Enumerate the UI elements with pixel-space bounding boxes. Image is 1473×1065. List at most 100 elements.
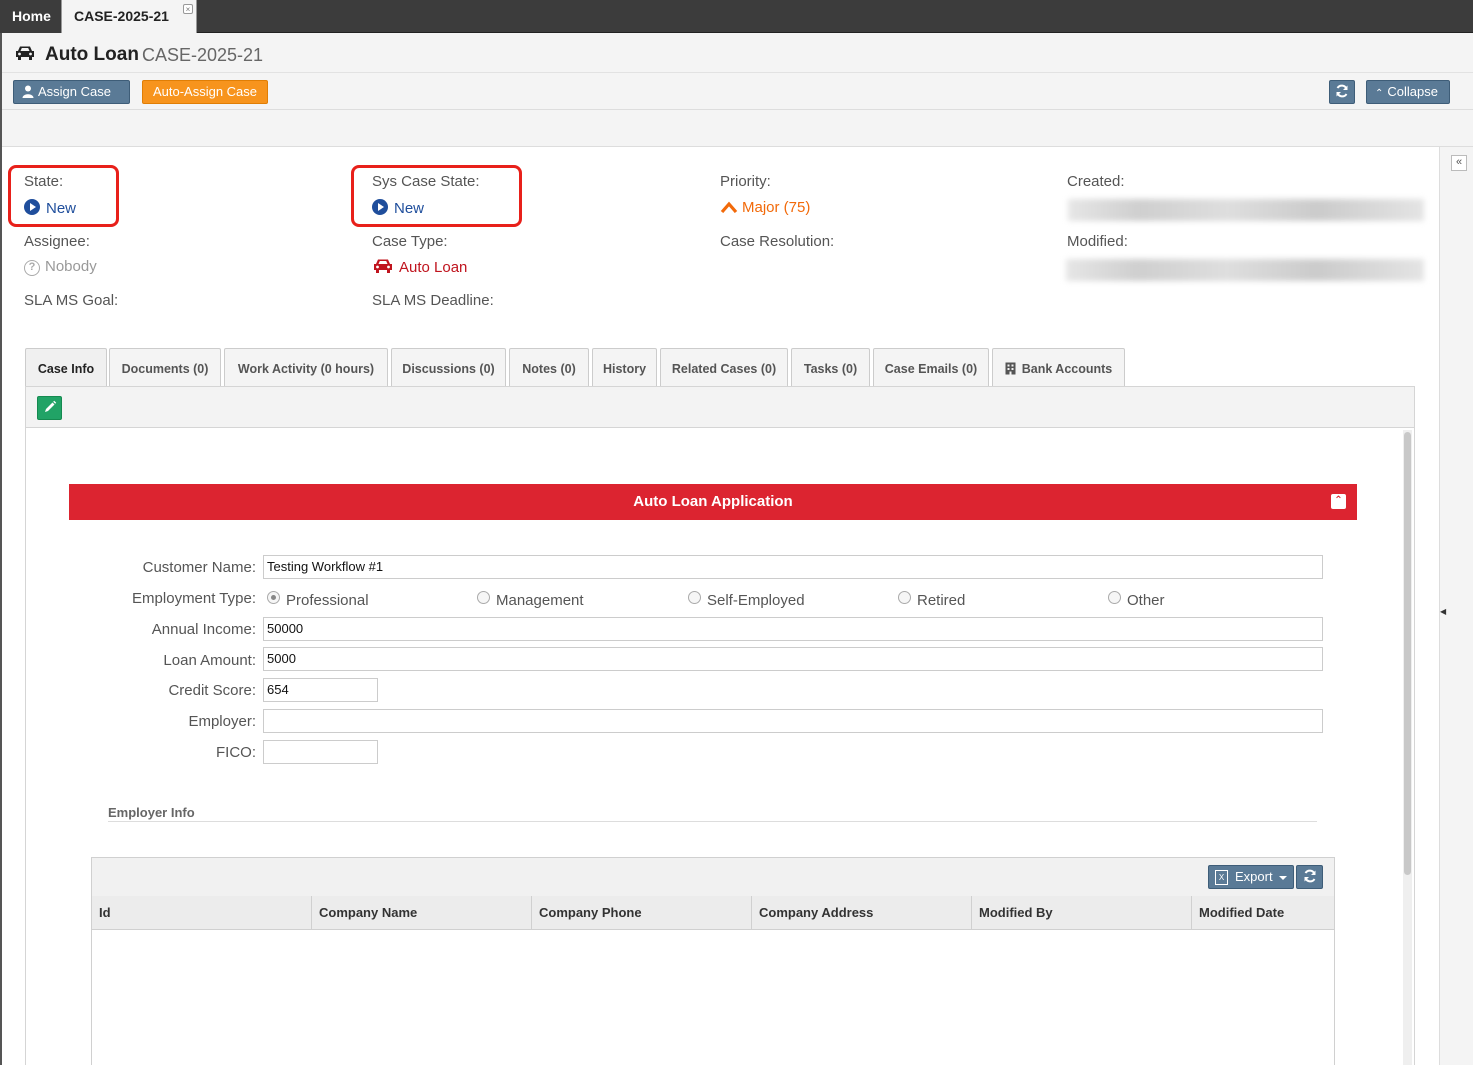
case-type-value: Auto Loan: [372, 258, 467, 276]
panel-grip-icon[interactable]: ◀: [1440, 607, 1446, 625]
right-side-panel: « ◀: [1439, 147, 1473, 1065]
sla-goal-label: SLA MS Goal:: [24, 292, 119, 309]
case-id: CASE-2025-21: [142, 45, 264, 65]
radio-self-employed[interactable]: Self-Employed: [688, 591, 805, 609]
assign-case-label: Assign Case: [38, 84, 111, 99]
state-label: State:: [24, 173, 64, 190]
section-title: Auto Loan Application: [633, 493, 793, 510]
column-header-modified-by[interactable]: Modified By: [972, 896, 1192, 930]
column-header-company-phone[interactable]: Company Phone: [532, 896, 752, 930]
radio-dot: [477, 591, 490, 604]
tab-case-info[interactable]: Case Info: [25, 348, 107, 387]
radio-label: Professional: [286, 592, 369, 609]
case-type-label: Case Type:: [372, 233, 448, 250]
grid-toolbar: X Export: [92, 858, 1334, 896]
tab-discussions[interactable]: Discussions (0): [391, 348, 506, 386]
refresh-button[interactable]: [1329, 80, 1355, 104]
created-value-redacted: [1068, 199, 1424, 221]
play-circle-icon: [372, 199, 388, 215]
state-value[interactable]: New: [24, 199, 76, 217]
radio-label: Retired: [917, 592, 966, 609]
sys-state-value[interactable]: New: [372, 199, 424, 217]
employer-label: Employer:: [188, 713, 256, 730]
customer-name-label: Customer Name:: [142, 559, 256, 576]
tab-work-activity[interactable]: Work Activity (0 hours): [224, 348, 388, 386]
radio-retired[interactable]: Retired: [898, 591, 965, 609]
radio-other[interactable]: Other: [1108, 591, 1165, 609]
refresh-icon: [1304, 869, 1315, 883]
priority-value: Major (75): [720, 199, 810, 216]
assignee-label: Assignee:: [24, 233, 90, 250]
modified-label: Modified:: [1067, 233, 1128, 250]
question-circle-icon: ?: [24, 260, 40, 276]
case-info-toolbar: [25, 386, 1415, 428]
state-value-text: New: [46, 200, 77, 217]
employer-info-grid: X Export Id Company Name Company Phone Co…: [91, 857, 1335, 1065]
column-header-modified-date[interactable]: Modified Date: [1192, 896, 1334, 930]
top-tab-bar: Home CASE-2025-21 ×: [0, 0, 1473, 33]
collapse-label: Collapse: [1387, 84, 1438, 99]
chevron-up-icon: [720, 201, 738, 214]
tab-home[interactable]: Home: [0, 0, 63, 33]
car-icon: [16, 46, 34, 60]
tab-related-cases[interactable]: Related Cases (0): [660, 348, 788, 386]
tab-case[interactable]: CASE-2025-21 ×: [61, 0, 197, 33]
case-type-value-text: Auto Loan: [399, 259, 468, 276]
fico-label: FICO:: [216, 744, 256, 761]
collapse-section-icon[interactable]: ⌃: [1331, 494, 1346, 509]
expand-panel-icon[interactable]: «: [1451, 155, 1467, 171]
tab-bank-accounts[interactable]: Bank Accounts: [992, 348, 1125, 386]
loan-amount-label: Loan Amount:: [163, 652, 256, 669]
edit-button[interactable]: [37, 396, 62, 420]
radio-label: Management: [496, 592, 584, 609]
export-label: Export: [1235, 869, 1273, 884]
scrollbar-thumb[interactable]: [1404, 432, 1411, 875]
case-resolution-label: Case Resolution:: [720, 233, 835, 250]
building-icon: [1005, 362, 1016, 375]
toolbar: Assign Case Auto-Assign Case ⌃ Collapse: [2, 73, 1473, 117]
annual-income-field[interactable]: 50000: [263, 617, 1323, 641]
tab-case-label: CASE-2025-21: [74, 8, 169, 24]
loan-amount-field[interactable]: 5000: [263, 647, 1323, 671]
tab-notes[interactable]: Notes (0): [509, 348, 589, 386]
assign-case-button[interactable]: Assign Case: [13, 80, 130, 117]
tab-tasks[interactable]: Tasks (0): [791, 348, 870, 386]
priority-value-text: Major (75): [742, 199, 811, 216]
case-title-bar: Auto Loan CASE-2025-21: [2, 33, 1473, 73]
excel-file-icon: X: [1215, 870, 1228, 885]
column-header-company-address[interactable]: Company Address: [752, 896, 972, 930]
tab-documents[interactable]: Documents (0): [109, 348, 221, 386]
annual-income-label: Annual Income:: [151, 621, 256, 638]
radio-management[interactable]: Management: [477, 591, 584, 609]
refresh-icon: [1336, 84, 1348, 98]
assignee-value[interactable]: ? Nobody: [24, 258, 97, 276]
sys-state-value-text: New: [394, 200, 425, 217]
customer-name-field[interactable]: Testing Workflow #1: [263, 555, 1323, 579]
radio-dot: [1108, 591, 1121, 604]
credit-score-field[interactable]: 654: [263, 678, 378, 702]
column-header-company-name[interactable]: Company Name: [312, 896, 532, 930]
employer-info-divider: [108, 821, 1317, 822]
left-edge: [0, 33, 2, 1065]
modified-value-redacted: [1066, 259, 1424, 281]
collapse-button[interactable]: ⌃ Collapse: [1366, 80, 1450, 104]
auto-loan-application-header: Auto Loan Application ⌃: [69, 484, 1357, 520]
tab-case-emails[interactable]: Case Emails (0): [873, 348, 989, 386]
auto-assign-case-button[interactable]: Auto-Assign Case: [142, 80, 268, 104]
play-circle-icon: [24, 199, 40, 215]
export-button[interactable]: X Export: [1208, 865, 1294, 889]
credit-score-label: Credit Score:: [168, 682, 256, 699]
sla-deadline-label: SLA MS Deadline:: [372, 292, 494, 309]
radio-professional[interactable]: Professional: [267, 591, 369, 609]
employer-field[interactable]: [263, 709, 1323, 733]
radio-label: Other: [1127, 592, 1165, 609]
radio-dot: [898, 591, 911, 604]
radio-dot: [688, 591, 701, 604]
close-tab-icon[interactable]: ×: [183, 4, 193, 14]
fico-field[interactable]: [263, 740, 378, 764]
double-chevron-up-icon: ⌃: [1375, 88, 1384, 99]
column-header-id[interactable]: Id: [92, 896, 312, 930]
grid-header-row: Id Company Name Company Phone Company Ad…: [92, 896, 1334, 930]
grid-refresh-button[interactable]: [1296, 865, 1323, 889]
tab-history[interactable]: History: [592, 348, 657, 386]
